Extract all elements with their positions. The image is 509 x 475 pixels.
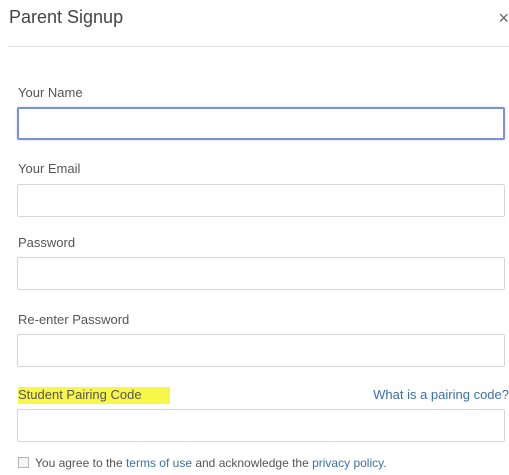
pairing-code-label-text: Student Pairing Code — [18, 387, 170, 404]
password-input[interactable] — [17, 257, 505, 290]
dialog-title: Parent Signup — [9, 7, 124, 27]
parent-signup-dialog: Parent Signup × Your Name Your Email Pas… — [0, 0, 509, 475]
email-label: Your Email — [18, 161, 81, 176]
agreement-text-3: . — [383, 456, 387, 470]
reenter-password-label: Re-enter Password — [18, 312, 130, 327]
close-icon[interactable]: × — [498, 9, 509, 27]
dialog-header: Parent Signup × — [8, 0, 509, 47]
agreement-checkbox[interactable] — [18, 457, 29, 468]
pairing-code-help-link[interactable]: What is a pairing code? — [373, 387, 509, 402]
agreement-text-1: You agree to the — [35, 456, 126, 470]
password-label: Password — [18, 235, 76, 250]
agreement-row: You agree to the terms of use and acknow… — [18, 456, 387, 470]
name-input[interactable] — [17, 107, 505, 140]
pairing-code-input[interactable] — [17, 409, 505, 442]
terms-of-use-link[interactable]: terms of use — [126, 456, 192, 470]
name-label: Your Name — [18, 85, 83, 100]
privacy-policy-link[interactable]: privacy policy — [312, 456, 383, 470]
email-input[interactable] — [17, 184, 505, 217]
reenter-password-input[interactable] — [17, 334, 505, 367]
pairing-code-label: Student Pairing Code — [18, 387, 170, 404]
agreement-text-2: and acknowledge the — [192, 456, 313, 470]
